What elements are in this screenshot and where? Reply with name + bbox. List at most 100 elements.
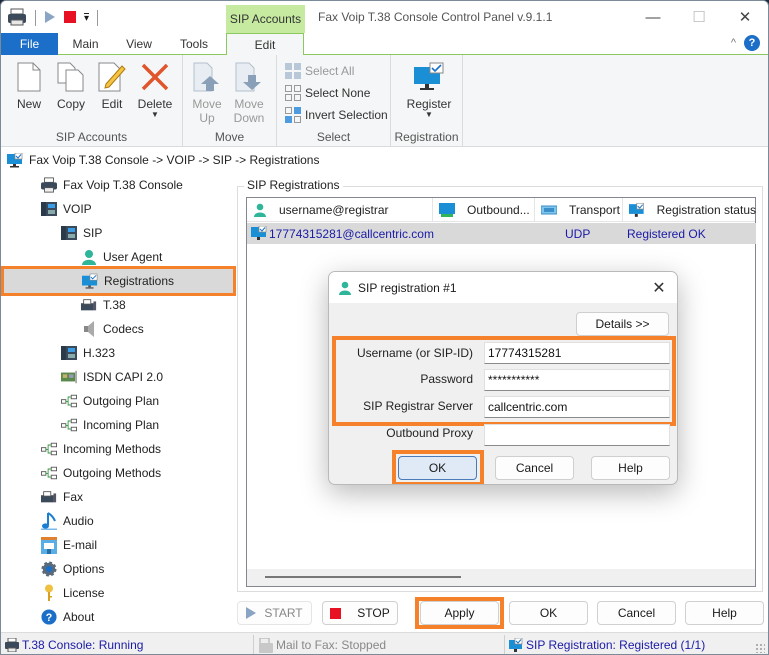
tree-item-options[interactable]: Options: [41, 557, 104, 581]
dialog-ok-button[interactable]: OK: [398, 456, 477, 480]
tree-item-about[interactable]: ? About: [41, 605, 94, 629]
resize-grip[interactable]: [755, 643, 765, 653]
select-all-icon: [285, 63, 301, 79]
collapse-ribbon-icon[interactable]: ^: [731, 37, 736, 49]
tree-item-incoming-methods[interactable]: Incoming Methods: [41, 437, 161, 461]
tree-item-fax[interactable]: Fax: [41, 485, 83, 509]
minimize-button[interactable]: —: [630, 1, 676, 33]
tab-edit[interactable]: Edit: [226, 33, 304, 56]
registrar-server-input[interactable]: callcentric.com: [484, 396, 670, 418]
dialog-cancel-button[interactable]: Cancel: [495, 456, 574, 480]
column-label: Registration status: [656, 203, 756, 217]
column-header-status[interactable]: Registration status: [623, 198, 756, 222]
app-window: ▾ SIP Accounts Fax Voip T.38 Console Con…: [0, 0, 769, 655]
new-button[interactable]: New: [9, 61, 49, 111]
tree-item-voip[interactable]: VOIP: [41, 197, 92, 221]
ribbon: New Copy Edit Delete ▼ SIP Accounts Move…: [1, 55, 768, 147]
tree-item-registrations[interactable]: Registrations: [1, 266, 236, 296]
table-row[interactable]: 17774315281@callcentric.com UDP Register…: [247, 223, 756, 244]
routing-plan-icon: [41, 465, 57, 481]
help-button[interactable]: Help: [685, 601, 764, 625]
column-header-outbound[interactable]: Outbound...: [433, 198, 535, 222]
status-mail-to-fax: Mail to Fax: Stopped: [259, 633, 386, 654]
tree-item-label: License: [63, 586, 105, 600]
column-header-transport[interactable]: Transport: [535, 198, 623, 222]
status-console: T.38 Console: Running: [5, 633, 143, 654]
column-label: Transport: [569, 203, 620, 217]
apply-button[interactable]: Apply: [420, 601, 499, 625]
contextual-tab-group-label: SIP Accounts: [226, 5, 305, 33]
customize-qat-icon[interactable]: ▾: [84, 13, 90, 24]
move-up-label-2: Up: [199, 111, 215, 125]
start-icon[interactable]: [44, 10, 56, 27]
delete-button[interactable]: Delete ▼: [135, 61, 175, 119]
sip-registration-dialog: SIP registration #1 ✕ Details >> Usernam…: [328, 271, 678, 485]
username-input[interactable]: 17774315281: [484, 342, 670, 364]
tree-item-label: Registrations: [104, 274, 175, 288]
cancel-button[interactable]: Cancel: [597, 601, 676, 625]
tab-tools[interactable]: Tools: [165, 33, 223, 55]
tree-item-audio[interactable]: Audio: [41, 509, 94, 533]
routing-plan-icon: [61, 393, 77, 409]
edit-label: Edit: [101, 97, 123, 111]
monitor-check-icon: [509, 637, 523, 652]
dialog-help-button[interactable]: Help: [591, 456, 670, 480]
edit-button[interactable]: Edit: [92, 61, 132, 111]
routing-plan-icon: [41, 441, 57, 457]
play-icon: [246, 607, 257, 619]
tree-item-t-38[interactable]: T.38: [81, 293, 126, 317]
status-separator: [504, 635, 505, 654]
tree-item-user-agent[interactable]: User Agent: [81, 245, 162, 269]
register-button[interactable]: Register ▼: [407, 61, 451, 119]
tree-item-fax-voip-t-38-console[interactable]: Fax Voip T.38 Console: [41, 173, 183, 197]
stop-square-icon: [330, 607, 342, 619]
tree-item-outgoing-methods[interactable]: Outgoing Methods: [41, 461, 161, 485]
tree-item-e-mail[interactable]: E-mail: [41, 533, 97, 557]
start-label: START: [264, 606, 303, 620]
fax-machine-icon: [5, 638, 19, 652]
tree-item-license[interactable]: License: [41, 581, 104, 605]
column-label: Outbound...: [467, 203, 530, 217]
dialog-close-button[interactable]: ✕: [649, 278, 669, 298]
horizontal-scrollbar[interactable]: [247, 569, 755, 586]
tree-item-label: Fax Voip T.38 Console: [63, 178, 183, 192]
tree-item-codecs[interactable]: Codecs: [81, 317, 144, 341]
ip-phone-icon: [61, 345, 77, 361]
help-icon[interactable]: ?: [744, 35, 760, 51]
close-button[interactable]: ✕: [722, 1, 768, 33]
qat-separator: [35, 10, 36, 26]
monitor-check-icon: [629, 202, 644, 217]
window-title: Fax Voip T.38 Console Control Panel v.9.…: [318, 10, 553, 24]
tree-item-sip[interactable]: SIP: [61, 221, 102, 245]
select-all-button[interactable]: Select All: [285, 61, 354, 81]
ok-button[interactable]: OK: [509, 601, 588, 625]
tab-view[interactable]: View: [113, 33, 165, 55]
move-down-button[interactable]: Move Down: [229, 61, 269, 125]
tree-item-label: Outgoing Methods: [63, 466, 162, 480]
tree-item-incoming-plan[interactable]: Incoming Plan: [61, 413, 159, 437]
copy-button[interactable]: Copy: [51, 61, 91, 111]
select-none-button[interactable]: Select None: [285, 83, 370, 103]
password-input[interactable]: ***********: [484, 369, 670, 391]
outbound-proxy-input[interactable]: [484, 424, 670, 446]
tab-file[interactable]: File: [1, 33, 58, 55]
details-button[interactable]: Details >>: [576, 312, 669, 336]
tree-item-outgoing-plan[interactable]: Outgoing Plan: [61, 389, 159, 413]
move-up-button[interactable]: Move Up: [187, 61, 227, 125]
stop-icon[interactable]: [64, 10, 76, 26]
maximize-button[interactable]: ☐: [676, 1, 722, 33]
delete-x-icon: [139, 61, 171, 93]
start-button[interactable]: START: [237, 601, 312, 625]
stop-button[interactable]: STOP: [322, 601, 398, 625]
tree-item-h-323[interactable]: H.323: [61, 341, 115, 365]
tree-item-isdn-capi-2-0[interactable]: ISDN CAPI 2.0: [61, 365, 163, 389]
invert-selection-button[interactable]: Invert Selection: [285, 105, 388, 125]
tab-main[interactable]: Main: [58, 33, 113, 55]
tree-item-label: Codecs: [103, 322, 144, 336]
scrollbar-thumb[interactable]: [265, 576, 461, 578]
group-title: SIP Registrations: [244, 178, 343, 192]
user-icon: [339, 281, 351, 295]
column-header-account[interactable]: username@registrar: [247, 198, 433, 222]
fax-machine-icon: [41, 177, 57, 193]
move-up-icon: [191, 61, 223, 93]
